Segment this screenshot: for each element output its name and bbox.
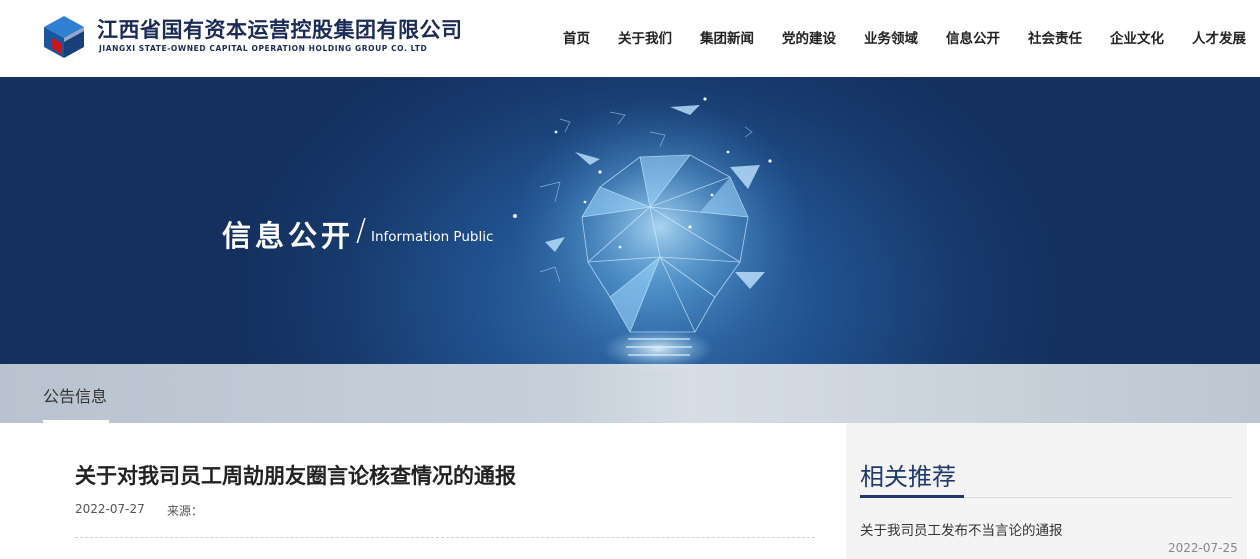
article-source-label: 来源：: [167, 504, 204, 518]
section-subnav: 公告信息: [0, 364, 1260, 423]
related-title-accent: [860, 495, 964, 498]
nav-item-news[interactable]: 集团新闻: [700, 27, 754, 47]
brand-name-cn[interactable]: 江西省国有资本运营控股集团有限公司: [97, 14, 463, 44]
nav-item-responsibility[interactable]: 社会责任: [1028, 27, 1082, 47]
nav-item-party[interactable]: 党的建设: [782, 27, 836, 47]
article-date: 2022-07-27: [75, 502, 145, 516]
banner-slash: /: [356, 213, 367, 248]
subnav-glow: [578, 364, 738, 409]
related-sidebar: 相关推荐 关于我司员工发布不当言论的通报 2022-07-25: [846, 423, 1247, 559]
cube-logo-icon[interactable]: [43, 15, 85, 59]
related-title: 相关推荐: [860, 463, 956, 491]
nav-item-business[interactable]: 业务领域: [864, 27, 918, 47]
nav-item-about[interactable]: 关于我们: [618, 27, 672, 47]
article-title: 关于对我司员工周劼朋友圈言论核查情况的通报: [75, 464, 516, 488]
lightbulb-illustration: [510, 97, 810, 364]
nav-item-home[interactable]: 首页: [563, 27, 590, 47]
subnav-active-underline: [43, 420, 109, 423]
hero-banner: 信息公开 / Information Public: [0, 77, 1260, 364]
banner-title: 信息公开: [222, 219, 355, 253]
site-header: 江西省国有资本运营控股集团有限公司 JIANGXI STATE-OWNED CA…: [0, 0, 1260, 77]
nav-item-disclosure[interactable]: 信息公开: [946, 27, 1000, 47]
related-item-date: 2022-07-25: [1168, 541, 1238, 555]
nav-item-talent[interactable]: 人才发展: [1192, 27, 1246, 47]
article-divider: [75, 537, 815, 538]
nav-item-culture[interactable]: 企业文化: [1110, 27, 1164, 47]
banner-subtitle: Information Public: [371, 229, 494, 245]
related-item-link[interactable]: 关于我司员工发布不当言论的通报: [860, 519, 1063, 539]
brand-name-en: JIANGXI STATE-OWNED CAPITAL OPERATION HO…: [99, 44, 428, 53]
subnav-tab-announcements[interactable]: 公告信息: [43, 383, 107, 407]
